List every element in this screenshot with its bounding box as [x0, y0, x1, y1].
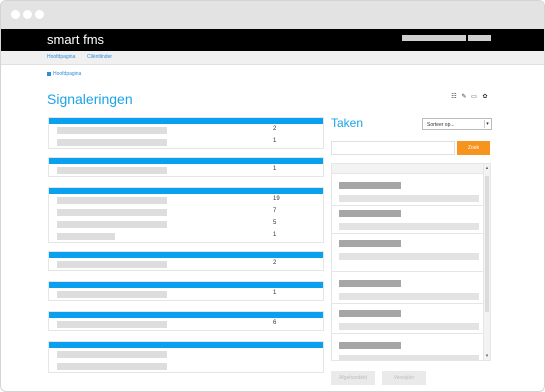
task-list: ▴ ▾	[331, 163, 491, 361]
signal-group: 19 7 5 1	[48, 187, 324, 243]
search-button[interactable]: Zoek	[457, 141, 490, 155]
divider	[332, 271, 490, 272]
browser-window: smart fms Hoofdpagina Cliëntlinder Hoofd…	[0, 0, 545, 392]
signal-count: 1	[273, 232, 277, 238]
task-item[interactable]	[339, 280, 479, 300]
divider	[332, 233, 490, 234]
task-item[interactable]	[339, 210, 479, 230]
signal-group	[48, 341, 324, 373]
tasks-title: Taken	[331, 116, 364, 130]
comment-icon[interactable]: ▭	[471, 94, 477, 100]
task-list-header	[332, 164, 490, 174]
breadcrumb[interactable]: Hoofdpagina	[47, 71, 81, 77]
signal-count: 5	[273, 220, 277, 226]
scroll-down-icon[interactable]: ▾	[484, 353, 490, 359]
signal-count: 2	[273, 260, 277, 266]
signal-group: 2 1	[48, 117, 324, 149]
signal-label	[57, 261, 167, 268]
breadcrumb-home[interactable]: Hoofdpagina	[53, 71, 81, 77]
nav-item-clientfinder[interactable]: Cliëntlinder	[87, 54, 112, 60]
nav-item-home[interactable]: Hoofdpagina	[47, 54, 75, 60]
signal-row[interactable]: 1	[49, 230, 323, 242]
signal-label	[57, 209, 167, 216]
window-dot-icon	[35, 10, 44, 19]
toolbar-icons: ☷ ✎ ▭ ✿	[451, 94, 491, 102]
signal-row[interactable]: 1	[49, 136, 323, 148]
task-search-input[interactable]	[331, 141, 455, 155]
signal-row[interactable]: 2	[49, 258, 323, 270]
signal-label	[57, 363, 167, 370]
divider	[332, 333, 490, 334]
signal-row[interactable]: 19	[49, 194, 323, 206]
sort-select[interactable]: Sorteer op... ▾	[422, 118, 492, 130]
task-item[interactable]	[339, 182, 479, 202]
signal-label	[57, 291, 167, 298]
list-icon[interactable]: ☷	[451, 94, 457, 100]
signal-count: 6	[273, 320, 277, 326]
delete-button[interactable]: Verwijder	[382, 371, 426, 385]
signal-row[interactable]	[49, 348, 323, 360]
divider	[332, 303, 490, 304]
signal-count: 1	[273, 166, 277, 172]
signal-row[interactable]: 7	[49, 206, 323, 218]
signal-label	[57, 233, 115, 240]
signal-label	[57, 139, 167, 146]
edit-icon[interactable]: ✎	[461, 94, 467, 100]
task-item[interactable]	[339, 310, 479, 330]
signal-row[interactable]: 6	[49, 318, 323, 330]
complete-button[interactable]: Afgehandeld	[331, 371, 375, 385]
signal-count: 19	[273, 196, 280, 202]
scroll-up-icon[interactable]: ▴	[484, 165, 490, 171]
window-dot-icon	[23, 10, 32, 19]
task-item[interactable]	[339, 240, 479, 260]
signal-group: 1	[48, 281, 324, 301]
gear-icon[interactable]: ✿	[482, 94, 488, 100]
signal-row[interactable]: 1	[49, 164, 323, 176]
signal-group: 2	[48, 251, 324, 271]
signal-row[interactable]: 1	[49, 288, 323, 300]
task-list-scrollbar[interactable]: ▴ ▾	[483, 164, 490, 360]
chevron-down-icon: ▾	[484, 120, 490, 128]
task-item[interactable]	[339, 342, 479, 360]
signal-row[interactable]	[49, 360, 323, 372]
user-menu-placeholder[interactable]	[402, 35, 466, 41]
signal-label	[57, 167, 167, 174]
logout-placeholder[interactable]	[468, 35, 491, 41]
signal-label	[57, 221, 167, 228]
signal-count: 1	[273, 290, 277, 296]
page-title: Signaleringen	[47, 91, 133, 107]
home-icon	[47, 71, 51, 76]
signal-label	[57, 197, 167, 204]
app-header: smart fms	[1, 29, 544, 51]
signal-count: 7	[273, 208, 277, 214]
brand-logo: smart fms	[47, 32, 105, 47]
signal-group: 1	[48, 157, 324, 177]
signal-count: 1	[273, 138, 277, 144]
signal-label	[57, 351, 167, 358]
signal-row[interactable]: 2	[49, 124, 323, 136]
window-dot-icon	[11, 10, 20, 19]
signal-label	[57, 321, 167, 328]
signal-group: 6	[48, 311, 324, 331]
scroll-thumb[interactable]	[485, 176, 489, 312]
signal-count: 2	[273, 126, 277, 132]
signal-row[interactable]: 5	[49, 218, 323, 230]
sub-navigation: Hoofdpagina Cliëntlinder	[1, 51, 544, 65]
signal-label	[57, 127, 167, 134]
window-titlebar	[1, 1, 544, 29]
sort-select-value: Sorteer op...	[427, 122, 455, 128]
divider	[332, 205, 490, 206]
